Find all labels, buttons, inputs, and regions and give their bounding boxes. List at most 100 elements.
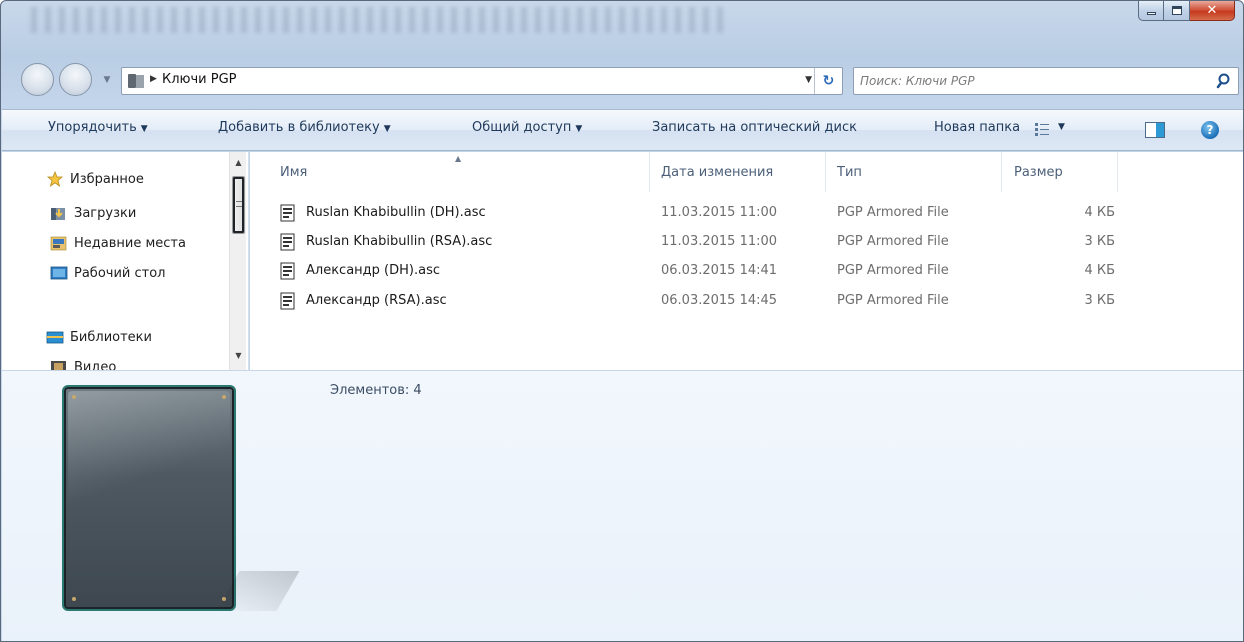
- desktop-icon: [50, 265, 68, 281]
- file-size: 3 КБ: [1084, 293, 1115, 308]
- nav-item-video[interactable]: Видео: [50, 354, 116, 370]
- column-header-size[interactable]: Размер: [1002, 152, 1118, 192]
- recent-places-icon: [50, 235, 68, 251]
- navigation-scrollbar[interactable]: ▲ ▼: [229, 152, 246, 370]
- address-bar[interactable]: ▶ Ключи PGP ▼ ↻: [121, 67, 843, 95]
- aero-glass-background: [31, 7, 731, 33]
- forward-button[interactable]: [59, 63, 92, 96]
- file-row[interactable]: Ruslan Khabibullin (RSA).asc 11.03.2015 …: [250, 227, 1130, 257]
- preview-pane-icon[interactable]: [1145, 122, 1165, 138]
- search-box[interactable]: [853, 67, 1239, 95]
- burn-button[interactable]: Записать на оптический диск: [652, 120, 857, 135]
- chevron-down-icon: ▼: [103, 75, 111, 85]
- file-type: PGP Armored File: [837, 205, 949, 220]
- nav-item-label: Рабочий стол: [74, 265, 166, 281]
- view-options-dropdown[interactable]: ▼: [1058, 122, 1065, 132]
- address-history-dropdown[interactable]: ▼: [805, 75, 812, 85]
- share-menu[interactable]: Общий доступ ▼: [472, 120, 582, 135]
- column-header-label: Дата изменения: [661, 164, 774, 180]
- nav-item-label: Библиотеки: [70, 329, 152, 345]
- navigation-row: ▼ ▶ Ключи PGP ▼ ↻: [1, 59, 1243, 101]
- nav-item-label: Видео: [74, 359, 117, 371]
- libraries-icon: [46, 329, 64, 345]
- file-date: 11.03.2015 11:00: [661, 205, 778, 220]
- explorer-window: ✕ ▼ ▶ Ключи PGP ▼ ↻ Упорядочить▼ Добавит…: [0, 0, 1244, 642]
- column-header-label: Имя: [280, 164, 308, 180]
- close-button[interactable]: ✕: [1190, 1, 1235, 21]
- sort-ascending-icon: ▲: [455, 154, 462, 163]
- new-folder-button[interactable]: Новая папка: [934, 120, 1020, 135]
- nav-item-favorites[interactable]: Избранное: [46, 166, 144, 192]
- file-name: Ruslan Khabibullin (DH).asc: [306, 205, 486, 220]
- file-row[interactable]: Ruslan Khabibullin (DH).asc 11.03.2015 1…: [250, 198, 1130, 228]
- file-date: 11.03.2015 11:00: [661, 234, 778, 249]
- help-icon[interactable]: ?: [1201, 121, 1219, 139]
- add-to-library-menu[interactable]: Добавить в библиотеку ▼: [218, 120, 391, 135]
- breadcrumb-arrow-icon[interactable]: ▶: [150, 74, 157, 84]
- chevron-down-icon: ▼: [383, 124, 391, 134]
- back-button[interactable]: [21, 63, 54, 96]
- maximize-icon: [1171, 6, 1182, 15]
- organize-menu[interactable]: Упорядочить ▼: [48, 120, 148, 135]
- file-list: Имя ▲ Дата изменения Тип Размер Ruslan K…: [250, 152, 1243, 370]
- file-name: Ruslan Khabibullin (RSA).asc: [306, 234, 493, 249]
- asc-file-icon: [280, 292, 295, 310]
- scrollbar-thumb[interactable]: [232, 176, 245, 234]
- nav-item-label: Избранное: [70, 171, 144, 187]
- column-header-label: Тип: [837, 164, 862, 180]
- search-icon[interactable]: [1216, 72, 1234, 90]
- drive-icon: [128, 74, 144, 88]
- file-row[interactable]: Александр (DH).asc 06.03.2015 14:41 PGP …: [250, 256, 1130, 286]
- breadcrumb-current-folder[interactable]: Ключи PGP: [162, 72, 237, 87]
- file-name: Александр (DH).asc: [306, 263, 440, 278]
- maximize-button[interactable]: [1164, 1, 1190, 21]
- file-size: 3 КБ: [1084, 234, 1115, 249]
- file-date: 06.03.2015 14:41: [661, 263, 778, 278]
- file-type: PGP Armored File: [837, 293, 949, 308]
- command-bar: Упорядочить ▼ Добавить в библиотеку ▼ Общи…: [2, 109, 1243, 151]
- refresh-button[interactable]: ↻: [814, 68, 842, 94]
- scroll-down-arrow-icon[interactable]: ▼: [230, 347, 247, 364]
- video-library-icon: [50, 359, 68, 370]
- navigation-pane: Избранное Загрузки Недавние места Рабочи…: [2, 152, 249, 370]
- chevron-down-icon: ▼: [575, 124, 583, 134]
- downloads-folder-icon: [50, 205, 68, 221]
- chevron-down-icon: ▼: [140, 124, 148, 134]
- minimize-icon: [1146, 12, 1156, 15]
- title-bar[interactable]: ✕: [1, 1, 1243, 57]
- file-name: Александр (RSA).asc: [306, 293, 447, 308]
- add-to-library-label: Добавить в библиотеку: [218, 120, 380, 135]
- minimize-button[interactable]: [1138, 1, 1164, 21]
- search-input[interactable]: [860, 71, 1190, 91]
- caption-buttons: ✕: [1138, 1, 1235, 21]
- star-icon: [46, 170, 64, 187]
- nav-item-libraries[interactable]: Библиотеки: [46, 324, 152, 350]
- nav-item-desktop[interactable]: Рабочий стол: [50, 260, 165, 286]
- items-count: Элементов: 4: [330, 383, 422, 398]
- asc-file-icon: [280, 262, 295, 280]
- file-type: PGP Armored File: [837, 263, 949, 278]
- share-label: Общий доступ: [472, 120, 572, 135]
- refresh-icon: ↻: [822, 73, 835, 89]
- organize-label: Упорядочить: [48, 120, 137, 135]
- column-header-name[interactable]: Имя: [280, 152, 650, 192]
- folder-thumbnail-icon: [62, 385, 236, 611]
- details-pane: Элементов: 4: [2, 370, 1243, 641]
- nav-item-label: Недавние места: [74, 235, 186, 251]
- nav-item-recent-places[interactable]: Недавние места: [50, 230, 186, 256]
- asc-file-icon: [280, 233, 295, 251]
- file-type: PGP Armored File: [837, 234, 949, 249]
- column-header-type[interactable]: Тип: [826, 152, 1002, 192]
- nav-item-label: Загрузки: [74, 205, 137, 221]
- column-header-date[interactable]: Дата изменения: [650, 152, 826, 192]
- asc-file-icon: [280, 204, 295, 222]
- scroll-up-arrow-icon[interactable]: ▲: [230, 154, 247, 171]
- file-size: 4 КБ: [1084, 263, 1115, 278]
- change-view-icon[interactable]: [1035, 123, 1049, 136]
- column-header-label: Размер: [1014, 164, 1063, 180]
- file-date: 06.03.2015 14:45: [661, 293, 778, 308]
- recent-pages-dropdown[interactable]: ▼: [97, 73, 117, 87]
- file-row[interactable]: Александр (RSA).asc 06.03.2015 14:45 PGP…: [250, 286, 1130, 316]
- nav-item-downloads[interactable]: Загрузки: [50, 200, 136, 226]
- close-icon: ✕: [1206, 3, 1218, 18]
